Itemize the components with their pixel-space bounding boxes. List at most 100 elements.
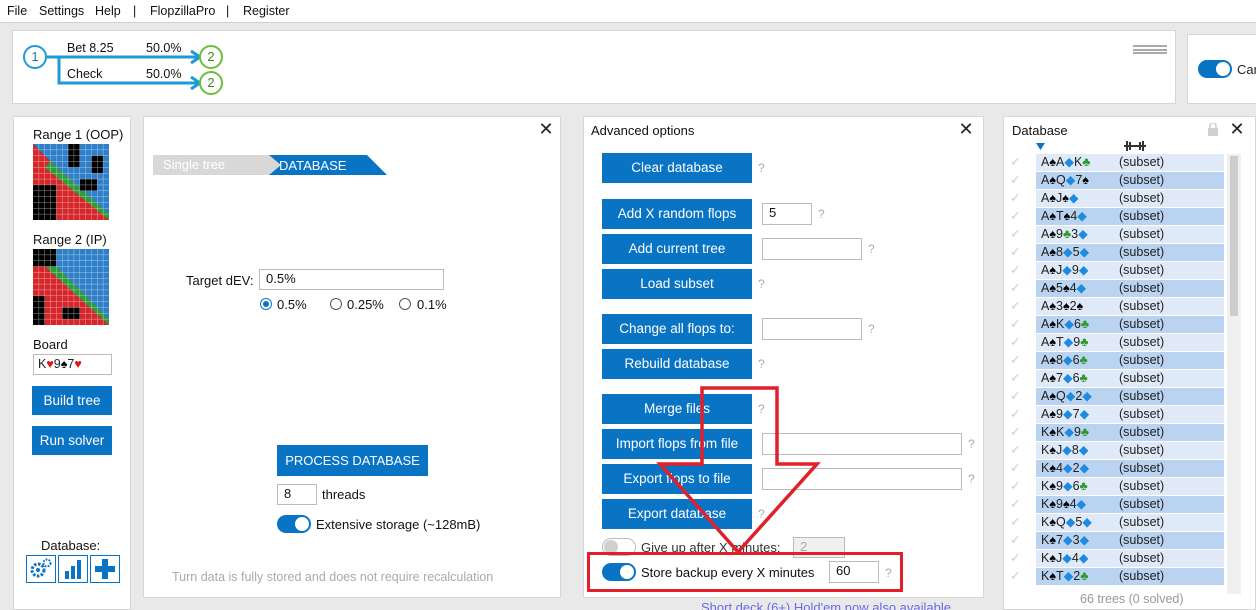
table-row[interactable]: K♠J◆8◆ (subset): [1036, 442, 1224, 459]
row-check-icon[interactable]: ✓: [1010, 514, 1021, 530]
change-flops-input[interactable]: [762, 318, 862, 340]
radio-0-25[interactable]: [330, 298, 342, 310]
row-check-icon[interactable]: ✓: [1010, 406, 1021, 422]
table-row[interactable]: A♠J◆9◆ (subset): [1036, 262, 1224, 279]
table-row[interactable]: A♠9◆7◆ (subset): [1036, 406, 1224, 423]
list-scrollbar[interactable]: [1227, 154, 1241, 594]
top-right-toggle[interactable]: [1198, 60, 1232, 78]
add-current-tree-button[interactable]: Add current tree: [602, 234, 752, 264]
menu-help[interactable]: Help: [95, 4, 121, 18]
random-flops-input[interactable]: 5: [762, 203, 812, 225]
table-row[interactable]: K♠9◆6♣ (subset): [1036, 478, 1224, 495]
drag-handle-icon[interactable]: [1133, 45, 1167, 54]
table-row[interactable]: A♠Q◆7♠ (subset): [1036, 172, 1224, 189]
help-icon[interactable]: ?: [868, 322, 875, 336]
menu-register[interactable]: Register: [243, 4, 290, 18]
menu-flopzillapro[interactable]: FlopzillaPro: [150, 4, 215, 18]
row-check-icon[interactable]: ✓: [1010, 298, 1021, 314]
row-check-icon[interactable]: ✓: [1010, 262, 1021, 278]
menu-settings[interactable]: Settings: [39, 4, 84, 18]
table-row[interactable]: K♠T◆2♣ (subset): [1036, 568, 1224, 585]
short-deck-link[interactable]: Short deck (6+) Hold'em now also availab…: [701, 600, 951, 610]
row-check-icon[interactable]: ✓: [1010, 532, 1021, 548]
table-row[interactable]: A♠A◆K♣ (subset): [1036, 154, 1224, 171]
help-icon[interactable]: ?: [818, 207, 825, 221]
table-row[interactable]: A♠3♠2♠ (subset): [1036, 298, 1224, 315]
row-check-icon[interactable]: ✓: [1010, 244, 1021, 260]
help-icon[interactable]: ?: [758, 161, 765, 175]
table-row[interactable]: A♠K◆6♣ (subset): [1036, 316, 1224, 333]
gears-icon[interactable]: [26, 555, 56, 583]
add-random-flops-button[interactable]: Add X random flops: [602, 199, 752, 229]
table-row[interactable]: K♠4◆2◆ (subset): [1036, 460, 1224, 477]
row-check-icon[interactable]: ✓: [1010, 172, 1021, 188]
row-check-icon[interactable]: ✓: [1010, 478, 1021, 494]
help-icon[interactable]: ?: [758, 277, 765, 291]
row-check-icon[interactable]: ✓: [1010, 190, 1021, 206]
close-icon[interactable]: ✕: [958, 120, 974, 138]
bar-chart-icon[interactable]: [58, 555, 88, 583]
tree-child-node-check[interactable]: 2: [199, 71, 223, 95]
tab-database[interactable]: DATABASE: [279, 158, 346, 173]
row-check-icon[interactable]: ✓: [1010, 352, 1021, 368]
table-row[interactable]: A♠8◆6♣ (subset): [1036, 352, 1224, 369]
radio-0-5[interactable]: [260, 298, 272, 310]
row-check-icon[interactable]: ✓: [1010, 370, 1021, 386]
table-row[interactable]: A♠8◆5◆ (subset): [1036, 244, 1224, 261]
build-tree-button[interactable]: Build tree: [32, 386, 112, 415]
row-check-icon[interactable]: ✓: [1010, 208, 1021, 224]
plus-icon[interactable]: [90, 555, 120, 583]
threads-input[interactable]: 8: [277, 484, 317, 505]
table-row[interactable]: K♠7◆3◆ (subset): [1036, 532, 1224, 549]
help-icon[interactable]: ?: [868, 242, 875, 256]
range2-grid[interactable]: [33, 249, 109, 325]
table-row[interactable]: A♠7◆6♣ (subset): [1036, 370, 1224, 387]
load-subset-button[interactable]: Load subset: [602, 269, 752, 299]
row-check-icon[interactable]: ✓: [1010, 154, 1021, 170]
table-row[interactable]: K♠K◆9♣ (subset): [1036, 424, 1224, 441]
current-tree-input[interactable]: [762, 238, 862, 260]
dumbbell-icon[interactable]: [1124, 139, 1146, 153]
clear-database-button[interactable]: Clear database: [602, 153, 752, 183]
table-row[interactable]: A♠J♠◆ (subset): [1036, 190, 1224, 207]
tree-root-node[interactable]: 1: [23, 45, 47, 69]
row-check-icon[interactable]: ✓: [1010, 316, 1021, 332]
target-dev-input[interactable]: 0.5%: [259, 269, 444, 290]
rebuild-database-button[interactable]: Rebuild database: [602, 349, 752, 379]
extensive-storage-toggle[interactable]: [277, 515, 311, 533]
change-all-flops-button[interactable]: Change all flops to:: [602, 314, 752, 344]
table-row[interactable]: K♠Q◆5◆ (subset): [1036, 514, 1224, 531]
table-row[interactable]: K♠9♠4◆ (subset): [1036, 496, 1224, 513]
help-icon[interactable]: ?: [758, 357, 765, 371]
lock-icon[interactable]: [1207, 123, 1219, 136]
row-check-icon[interactable]: ✓: [1010, 334, 1021, 350]
table-row[interactable]: A♠T◆9♣ (subset): [1036, 334, 1224, 351]
table-row[interactable]: K♠J◆4◆ (subset): [1036, 550, 1224, 567]
close-icon[interactable]: ✕: [538, 120, 554, 138]
row-check-icon[interactable]: ✓: [1010, 496, 1021, 512]
close-icon[interactable]: ✕: [1229, 120, 1245, 138]
menu-file[interactable]: File: [7, 4, 27, 18]
row-check-icon[interactable]: ✓: [1010, 460, 1021, 476]
help-icon[interactable]: ?: [968, 437, 975, 451]
row-check-icon[interactable]: ✓: [1010, 568, 1021, 584]
row-check-icon[interactable]: ✓: [1010, 280, 1021, 296]
table-row[interactable]: A♠5♠4◆ (subset): [1036, 280, 1224, 297]
table-row[interactable]: A♠Q◆2◆ (subset): [1036, 388, 1224, 405]
run-solver-button[interactable]: Run solver: [32, 426, 112, 455]
row-check-icon[interactable]: ✓: [1010, 388, 1021, 404]
row-check-icon[interactable]: ✓: [1010, 226, 1021, 242]
tree-child-node-bet[interactable]: 2: [199, 45, 223, 69]
row-check-icon[interactable]: ✓: [1010, 550, 1021, 566]
range1-grid[interactable]: [33, 144, 109, 220]
process-database-button[interactable]: PROCESS DATABASE: [277, 445, 428, 476]
row-check-icon[interactable]: ✓: [1010, 442, 1021, 458]
radio-0-1[interactable]: [399, 298, 411, 310]
board-input[interactable]: K♥9♠7♥: [33, 354, 112, 375]
table-row[interactable]: A♠T♠4◆ (subset): [1036, 208, 1224, 225]
row-check-icon[interactable]: ✓: [1010, 424, 1021, 440]
help-icon[interactable]: ?: [968, 472, 975, 486]
table-row[interactable]: A♠9♣3◆ (subset): [1036, 226, 1224, 243]
tab-single-tree[interactable]: Single tree: [153, 155, 269, 175]
sort-arrow-icon[interactable]: [1036, 143, 1046, 151]
